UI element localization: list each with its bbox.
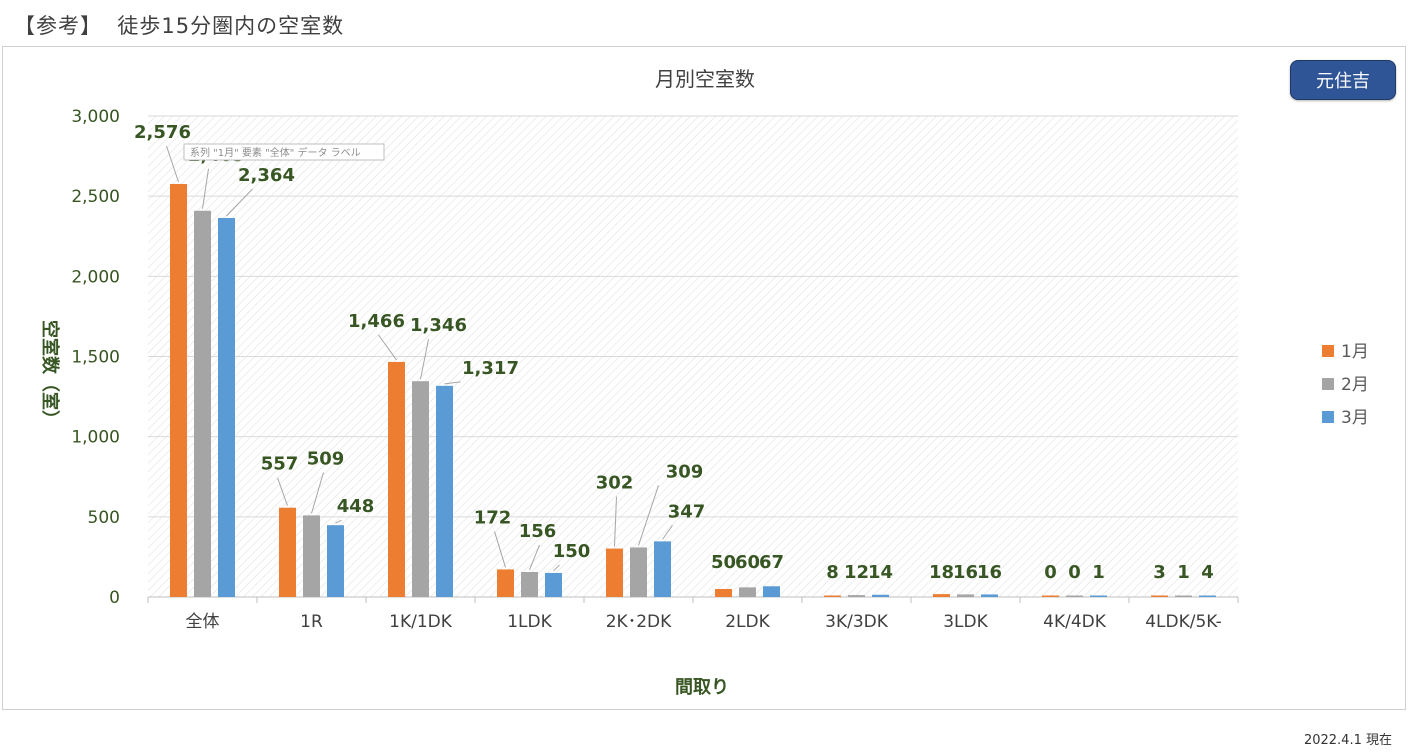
y-tick-label: 0 bbox=[109, 588, 120, 608]
legend-label: 3月 bbox=[1341, 408, 1369, 428]
data-label-tooltip: 系列 "1月" 要素 "全体" データ ラベル bbox=[183, 143, 385, 161]
data-label: 14 bbox=[868, 562, 893, 583]
bar bbox=[933, 594, 950, 597]
bar bbox=[327, 525, 344, 597]
legend-label: 2月 bbox=[1341, 375, 1369, 395]
chart-svg: 05001,0001,5002,0002,5003,000全体 1R 1K/1DK 1… bbox=[39, 67, 1369, 698]
data-label: 67 bbox=[759, 552, 784, 573]
legend-label: 1月 bbox=[1341, 342, 1369, 362]
chart-title: 月別空室数 bbox=[655, 67, 755, 91]
tooltip-text: 系列 "1月" 要素 "全体" データ ラベル bbox=[190, 146, 361, 159]
x-tick-label: 4LDK/5K- bbox=[1145, 612, 1222, 632]
x-tick-label: 3LDK bbox=[943, 612, 988, 632]
data-label: 3 bbox=[1153, 562, 1166, 583]
data-label: 347 bbox=[668, 501, 706, 522]
data-label: 309 bbox=[666, 461, 704, 482]
x-tick-label: 2LDK bbox=[725, 612, 770, 632]
y-tick-label: 500 bbox=[88, 508, 120, 528]
data-label: 1,317 bbox=[462, 358, 519, 379]
bar bbox=[824, 595, 841, 597]
bar bbox=[412, 381, 429, 597]
x-tick-label: 1R bbox=[300, 612, 323, 632]
bar bbox=[279, 507, 296, 597]
date-note: 2022.4.1 現在 bbox=[1303, 733, 1392, 748]
bar bbox=[521, 571, 538, 597]
legend: 1月 2月 3月 bbox=[1322, 342, 1369, 428]
data-label: 60 bbox=[735, 552, 760, 573]
bar bbox=[497, 569, 514, 597]
x-tick-label: 2K･2DK bbox=[606, 612, 672, 632]
data-label: 150 bbox=[553, 541, 591, 562]
data-label: 557 bbox=[261, 454, 299, 475]
legend-swatch bbox=[1322, 378, 1334, 390]
data-label: 16 bbox=[977, 562, 1002, 583]
y-tick-label: 1,000 bbox=[71, 428, 120, 448]
x-tick-label: 3K/3DK bbox=[825, 612, 889, 632]
bar bbox=[654, 541, 671, 597]
region-button[interactable]: 元住吉 bbox=[1290, 60, 1396, 100]
bar bbox=[1090, 595, 1107, 597]
data-label: 1 bbox=[1092, 562, 1105, 583]
bar bbox=[763, 586, 780, 597]
data-label: 1 bbox=[1177, 562, 1190, 583]
data-label: 509 bbox=[307, 448, 345, 469]
x-tick-label: 4K/4DK bbox=[1043, 612, 1107, 632]
data-label: 0 bbox=[1044, 562, 1057, 583]
data-label: 172 bbox=[474, 507, 512, 528]
bar bbox=[194, 210, 211, 597]
bar bbox=[303, 515, 320, 597]
data-label: 302 bbox=[596, 473, 634, 494]
bar bbox=[848, 595, 865, 597]
legend-swatch bbox=[1322, 345, 1334, 357]
bar bbox=[1199, 595, 1216, 597]
y-axis-title-text: 空室数（室） bbox=[39, 320, 61, 428]
y-axis-title: 空室数（室） bbox=[39, 320, 61, 428]
bar bbox=[170, 183, 187, 598]
y-tick-label: 2,500 bbox=[71, 187, 120, 207]
bar bbox=[739, 587, 756, 597]
bar bbox=[715, 588, 732, 597]
bar bbox=[981, 594, 998, 597]
data-label: 18 bbox=[929, 562, 954, 583]
y-tick-label: 2,000 bbox=[71, 267, 120, 287]
bar bbox=[957, 594, 974, 597]
x-tick-label: 1K/1DK bbox=[389, 612, 453, 632]
x-tick-label: 1LDK bbox=[507, 612, 552, 632]
bar bbox=[1042, 595, 1059, 597]
x-tick-label: 全体 bbox=[186, 612, 220, 632]
bar bbox=[606, 548, 623, 597]
data-label: 448 bbox=[337, 496, 375, 517]
data-label: 2,576 bbox=[134, 122, 191, 143]
data-label: 12 bbox=[844, 562, 869, 583]
bar bbox=[388, 361, 405, 597]
bar bbox=[872, 594, 889, 597]
y-tick-label: 3,000 bbox=[71, 107, 120, 127]
bar bbox=[218, 217, 235, 598]
data-label: 1,466 bbox=[348, 311, 405, 332]
data-label: 1,346 bbox=[410, 315, 467, 336]
bar bbox=[436, 385, 453, 597]
y-tick-label: 1,500 bbox=[71, 348, 120, 368]
bar bbox=[1151, 595, 1168, 597]
data-label: 156 bbox=[519, 521, 557, 542]
legend-swatch bbox=[1322, 411, 1334, 423]
bar bbox=[545, 572, 562, 597]
bar bbox=[630, 547, 647, 597]
data-label: 8 bbox=[826, 562, 839, 583]
x-axis-title: 間取り bbox=[675, 677, 729, 698]
data-label: 16 bbox=[953, 562, 978, 583]
bar bbox=[1066, 595, 1083, 597]
bar bbox=[1175, 595, 1192, 597]
data-label: 2,364 bbox=[238, 165, 295, 186]
data-label: 4 bbox=[1201, 562, 1214, 583]
data-label: 0 bbox=[1068, 562, 1081, 583]
data-label: 50 bbox=[711, 552, 736, 573]
